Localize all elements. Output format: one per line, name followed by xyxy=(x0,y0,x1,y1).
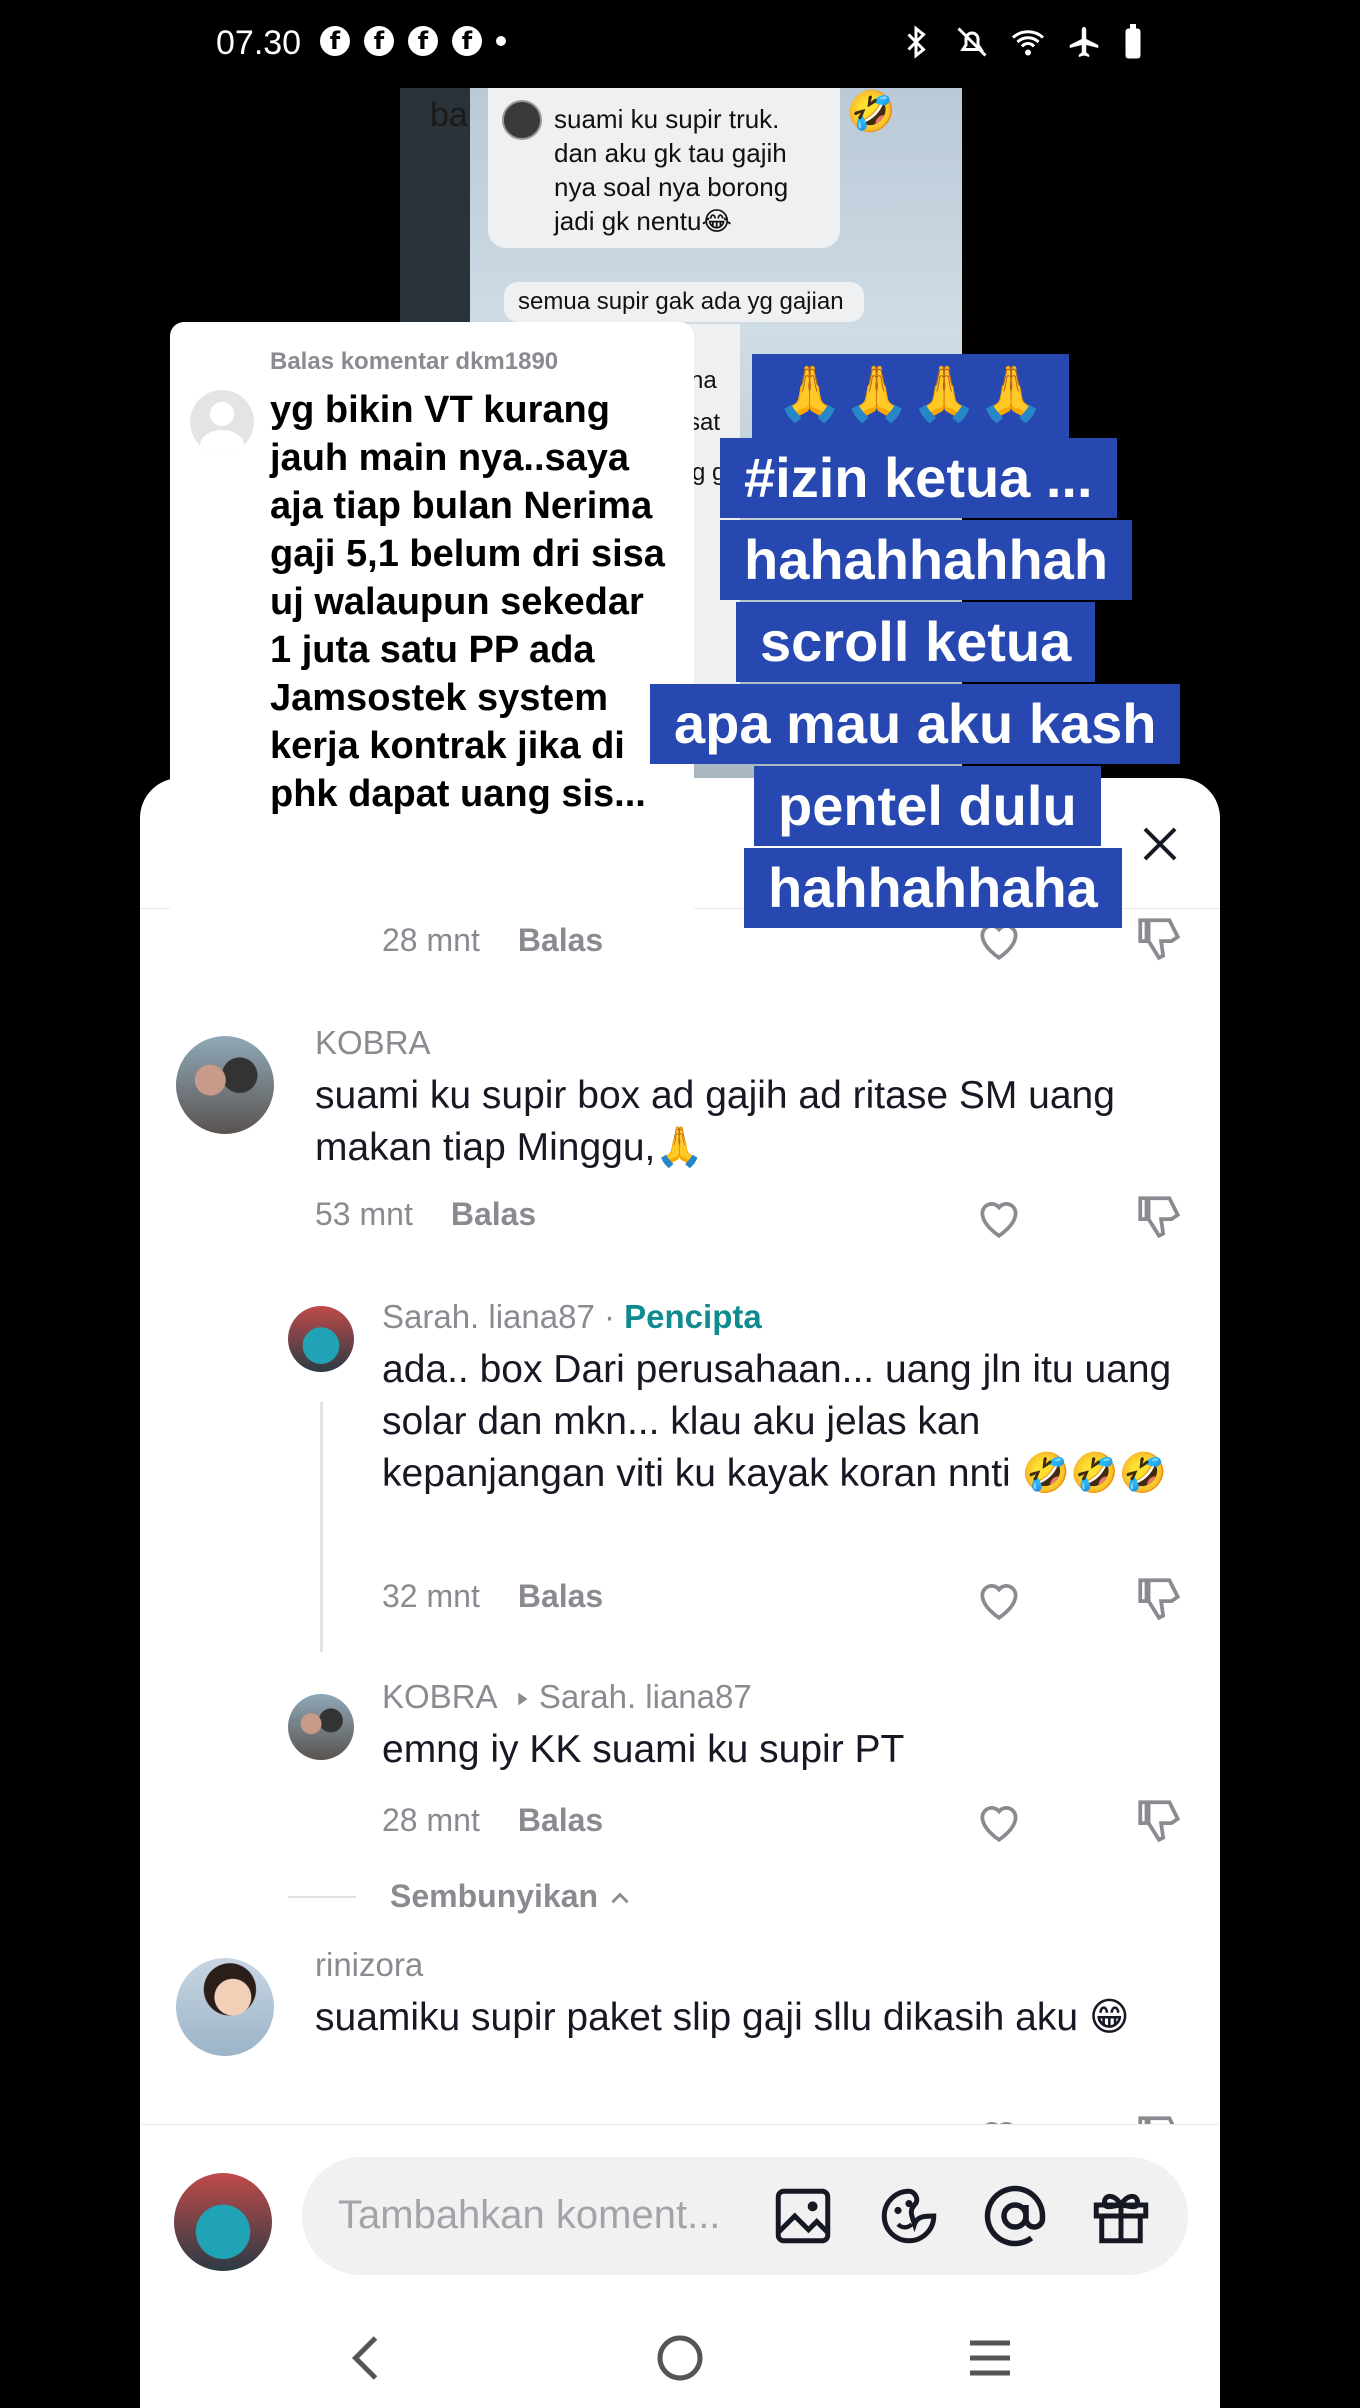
laugh-emoji: 🤣 xyxy=(846,90,896,134)
comment-text: suamiku supir paket slip gaji sllu dikas… xyxy=(315,1996,1130,2039)
airplane-icon xyxy=(1069,27,1099,57)
sticker-line: scroll ketua xyxy=(736,602,1096,682)
sticker-line: apa mau aku kash xyxy=(650,684,1181,764)
more-notifications-dot xyxy=(496,36,506,46)
reply-arrow-icon xyxy=(518,1692,528,1706)
comment-input[interactable]: Tambahkan koment... xyxy=(302,2157,1188,2275)
video-chat-bubble-2: semua supir gak ada yg gajian xyxy=(504,282,864,322)
sticker-line: hahhahhaha xyxy=(744,848,1122,928)
video-corner-text: ba xyxy=(430,96,468,134)
like-icon[interactable] xyxy=(974,1796,1024,1846)
chevron-up-icon xyxy=(611,1892,629,1903)
comment-sheet: 28 mnt Balas KOBRA suami ku supir box ad … xyxy=(140,778,1220,2408)
hide-replies-label: Sembunyikan xyxy=(390,1878,599,1914)
reply-comment-card: Balas komentar dkm1890 yg bikin VT kuran… xyxy=(170,322,694,922)
sticker-line: #izin ketua ... xyxy=(720,438,1117,518)
avatar[interactable] xyxy=(288,1306,354,1372)
sticker-icon[interactable] xyxy=(876,2183,942,2249)
comment-meta: 32 mnt Balas xyxy=(382,1578,603,1615)
username-text: KOBRA xyxy=(382,1678,496,1715)
bluetooth-icon xyxy=(907,25,926,59)
reply-card-text: yg bikin VT kurang jauh main nya..saya a… xyxy=(270,389,665,815)
system-status-icons xyxy=(898,24,1144,60)
battery-icon xyxy=(1125,24,1141,59)
my-avatar xyxy=(174,2173,272,2271)
dislike-icon[interactable] xyxy=(1134,1192,1184,1242)
mute-icon xyxy=(957,27,987,57)
avatar[interactable] xyxy=(288,1694,354,1760)
status-time: 07.30 xyxy=(216,24,302,62)
dislike-icon[interactable] xyxy=(1134,1796,1184,1846)
facebook-icon: f xyxy=(320,26,350,56)
chat-avatar xyxy=(502,100,542,140)
video-chat-bubble: suami ku supir truk. dan aku gk tau gaji… xyxy=(488,88,840,248)
text-sticker: 🙏🙏🙏🙏 #izin ketua ... hahahhahhah scroll … xyxy=(650,350,1210,950)
dislike-icon[interactable] xyxy=(1134,1574,1184,1624)
username-text: Sarah. liana87 xyxy=(382,1298,595,1335)
thread-line xyxy=(320,1402,323,1652)
comment-username[interactable]: KOBRA Sarah. liana87 xyxy=(382,1678,752,1716)
reply-card-title: Balas komentar dkm1890 xyxy=(270,348,559,375)
comment-username[interactable]: KOBRA xyxy=(315,1024,431,1062)
facebook-icon: f xyxy=(452,26,482,56)
facebook-icon: f xyxy=(408,26,438,56)
facebook-icon: f xyxy=(364,26,394,56)
gift-icon[interactable] xyxy=(1088,2183,1154,2249)
comment-time: 28 mnt xyxy=(382,1802,480,1838)
hide-replies-button[interactable]: Sembunyikan xyxy=(390,1878,633,1915)
chat-message-text: suami ku supir truk. dan aku gk tau gaji… xyxy=(554,104,789,236)
comment-meta: 53 mnt Balas xyxy=(315,1196,536,1233)
sticker-line: 🙏🙏🙏🙏 xyxy=(752,354,1069,438)
comment-text: suami ku supir box ad gajih ad ritase SM… xyxy=(315,1074,1115,1169)
recent-apps-icon[interactable] xyxy=(960,2328,1020,2388)
comment-time: 32 mnt xyxy=(382,1578,480,1614)
comment-composer: Tambahkan koment... xyxy=(140,2124,1220,2275)
reply-button[interactable]: Balas xyxy=(451,1196,536,1232)
system-nav-bar xyxy=(140,2308,1220,2408)
reply-button[interactable]: Balas xyxy=(518,1802,603,1838)
hide-divider xyxy=(288,1896,356,1898)
status-bar: 07.30 f f f f xyxy=(0,0,1360,90)
reply-button[interactable]: Balas xyxy=(518,1578,603,1614)
username-separator: · xyxy=(594,1298,625,1335)
comment-text: ada.. box Dari perusahaan... uang jln it… xyxy=(382,1348,1172,1495)
like-icon[interactable] xyxy=(974,1574,1024,1624)
like-icon[interactable] xyxy=(974,1192,1024,1242)
sticker-line: hahahhahhah xyxy=(720,520,1133,600)
avatar[interactable] xyxy=(176,1036,274,1134)
comment-meta: 28 mnt Balas xyxy=(382,922,603,959)
sticker-line: pentel dulu xyxy=(754,766,1101,846)
comment-meta: 28 mnt Balas xyxy=(382,1802,603,1839)
avatar[interactable] xyxy=(176,1958,274,2056)
default-avatar-icon xyxy=(190,390,254,454)
mention-icon[interactable] xyxy=(982,2183,1048,2249)
wifi-icon xyxy=(1012,30,1044,56)
reply-to-username: Sarah. liana87 xyxy=(538,1678,752,1715)
back-icon[interactable] xyxy=(338,2328,398,2388)
comment-text: emng iy KK suami ku supir PT xyxy=(382,1728,905,1771)
notification-icons: f f f f xyxy=(320,26,506,56)
comment-username[interactable]: Sarah. liana87 · Pencipta xyxy=(382,1298,762,1336)
comment-input-placeholder: Tambahkan koment... xyxy=(338,2193,721,2237)
creator-badge: Pencipta xyxy=(624,1298,762,1335)
home-icon[interactable] xyxy=(650,2328,710,2388)
comment-time: 53 mnt xyxy=(315,1196,413,1232)
comment-username[interactable]: rinizora xyxy=(315,1946,423,1984)
image-icon[interactable] xyxy=(770,2183,836,2249)
reply-button[interactable]: Balas xyxy=(518,922,603,958)
comment-time: 28 mnt xyxy=(382,922,480,958)
